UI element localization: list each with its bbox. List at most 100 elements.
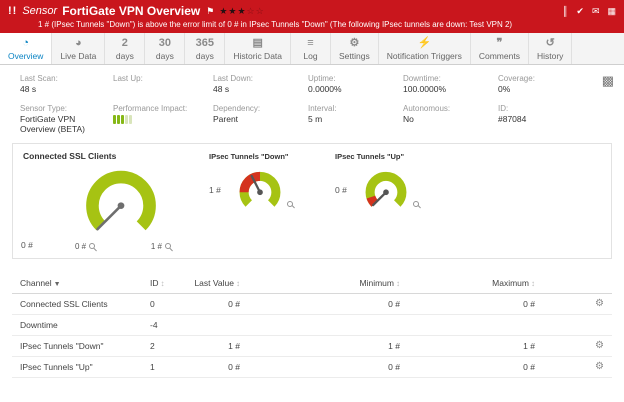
tab-history[interactable]: ↺ History: [529, 33, 572, 64]
tab-comments[interactable]: ❞ Comments: [471, 33, 529, 64]
info-coverage: Coverage: 0%: [498, 74, 596, 95]
channel-name[interactable]: IPsec Tunnels "Up": [20, 362, 150, 372]
tab-label: Notification Triggers: [387, 51, 462, 61]
channel-name[interactable]: Downtime: [20, 320, 150, 330]
info-performance-impact: Performance Impact:: [113, 104, 213, 135]
channel-minimum: 0 #: [240, 362, 400, 372]
gauge-min-label: 0 #: [75, 242, 86, 251]
days-30-number: 30: [153, 37, 176, 50]
info-downtime: Downtime: 100.0000%: [403, 74, 498, 95]
lightning-icon: ⚡: [387, 37, 462, 50]
tab-settings[interactable]: ⚙ Settings: [331, 33, 379, 64]
zoom-icon[interactable]: [287, 201, 293, 207]
gear-icon: ⚙: [339, 37, 370, 50]
zoom-icon[interactable]: [413, 201, 419, 207]
check-now-icon[interactable]: ✔: [576, 6, 584, 17]
table-row: Connected SSL Clients 0 0 # 0 # 0 # ⚙: [12, 294, 612, 315]
info-label: Uptime:: [308, 74, 403, 83]
info-last-down: Last Down: 48 s: [213, 74, 308, 95]
table-row: IPsec Tunnels "Up" 1 0 # 0 # 0 # ⚙: [12, 357, 612, 378]
column-header-last-value[interactable]: Last Value↕: [188, 278, 240, 288]
sensor-kind-label: Sensor: [22, 5, 57, 17]
channel-id: 1: [150, 362, 188, 372]
stars-empty[interactable]: ☆☆: [247, 6, 265, 16]
gauge-current-value: 0 #: [21, 240, 33, 250]
speech-bubble-icon: ❞: [479, 37, 520, 50]
info-value: 5 m: [308, 114, 396, 125]
channel-settings-icon[interactable]: ⚙: [595, 341, 604, 351]
sensor-header: !! Sensor FortiGate VPN Overview ⚑ ★★★☆☆…: [0, 0, 624, 33]
tab-30-days[interactable]: 30 days: [145, 33, 185, 64]
info-value: #87084: [498, 114, 586, 125]
zoom-icon[interactable]: [165, 243, 171, 249]
info-interval: Interval: 5 m: [308, 104, 403, 135]
tab-365-days[interactable]: 365 days: [185, 33, 225, 64]
mail-icon[interactable]: ✉: [592, 6, 600, 17]
sensor-info-panel: Last Scan: 48 s Last Up: Last Down: 48 s…: [0, 65, 624, 141]
tab-label: Overview: [8, 51, 43, 61]
tab-overview[interactable]: ◔ Overview: [0, 33, 52, 64]
channel-settings-icon[interactable]: ⚙: [595, 299, 604, 309]
info-value: 48 s: [20, 84, 108, 95]
qr-code-icon[interactable]: ▩: [602, 73, 614, 89]
sort-icon: ↕: [161, 279, 165, 288]
column-header-maximum[interactable]: Maximum↕: [400, 278, 535, 288]
channel-name[interactable]: IPsec Tunnels "Down": [20, 341, 150, 351]
gauges-panel: Connected SSL Clients 0 # 1 # 0 # IPsec …: [12, 143, 612, 259]
channel-name[interactable]: Connected SSL Clients: [20, 299, 150, 309]
stars-filled[interactable]: ★★★: [219, 6, 246, 16]
info-value: 0%: [498, 84, 586, 95]
info-last-scan: Last Scan: 48 s: [20, 74, 113, 95]
list-icon: ≡: [299, 37, 322, 50]
tab-label: days: [156, 51, 174, 61]
info-label: Last Down:: [213, 74, 308, 83]
tab-historic-data[interactable]: ▤ Historic Data: [225, 33, 291, 64]
pause-icon[interactable]: ║: [562, 6, 568, 17]
info-value: No: [403, 114, 491, 125]
column-header-minimum[interactable]: Minimum↕: [240, 278, 400, 288]
channel-table-header: Channel▼ ID↕ Last Value↕ Minimum↕ Maximu…: [12, 273, 612, 294]
channel-settings-icon[interactable]: ⚙: [595, 362, 604, 372]
gauge-ipsec-tunnels-down: IPsec Tunnels "Down" 1 #: [209, 151, 331, 251]
channel-maximum: 0 #: [400, 299, 535, 309]
info-id: ID: #87084: [498, 104, 596, 135]
history-clock-icon: ↺: [537, 37, 563, 50]
gauge-current-value: 0 #: [335, 185, 361, 195]
gauge-title: IPsec Tunnels "Up": [335, 152, 457, 161]
tab-label: History: [537, 51, 563, 61]
column-header-channel[interactable]: Channel▼: [20, 278, 150, 288]
gauge-connected-ssl-clients: Connected SSL Clients 0 # 1 # 0 #: [23, 151, 205, 251]
calendar-icon: ▤: [233, 37, 282, 50]
info-value: 0.0000%: [308, 84, 396, 95]
channel-table: Channel▼ ID↕ Last Value↕ Minimum↕ Maximu…: [12, 273, 612, 378]
sort-desc-icon: ▼: [54, 281, 61, 288]
menu-grid-icon[interactable]: ▦: [607, 6, 616, 17]
channel-minimum: 1 #: [240, 341, 400, 351]
info-uptime: Uptime: 0.0000%: [308, 74, 403, 95]
channel-maximum: 1 #: [400, 341, 535, 351]
tab-live-data[interactable]: ◕ Live Data: [52, 33, 105, 64]
priority-stars[interactable]: ★★★☆☆: [219, 6, 264, 17]
performance-impact-bars: [113, 115, 213, 124]
channel-maximum: 0 #: [400, 362, 535, 372]
tab-notification-triggers[interactable]: ⚡ Notification Triggers: [379, 33, 471, 64]
zoom-icon[interactable]: [89, 243, 95, 249]
info-dependency: Dependency: Parent: [213, 104, 308, 135]
column-header-id[interactable]: ID↕: [150, 278, 188, 288]
channel-last-value: 0 #: [188, 362, 240, 372]
live-gauge-icon: ◕: [60, 37, 96, 50]
channel-id: 0: [150, 299, 188, 309]
channel-id: 2: [150, 341, 188, 351]
table-row: Downtime -4: [12, 315, 612, 336]
tab-log[interactable]: ≡ Log: [291, 33, 331, 64]
tab-2-days[interactable]: 2 days: [105, 33, 145, 64]
info-label: Interval:: [308, 104, 403, 113]
channel-last-value: 1 #: [188, 341, 240, 351]
sensor-down-status-icon: !!: [8, 5, 17, 17]
info-label: Dependency:: [213, 104, 308, 113]
small-gauge-dial: [361, 165, 411, 215]
info-sensor-type: Sensor Type: FortiGate VPN Overview (BET…: [20, 104, 113, 135]
small-gauge-dial: [235, 165, 285, 215]
tab-label: Comments: [479, 51, 520, 61]
tab-label: days: [196, 51, 214, 61]
